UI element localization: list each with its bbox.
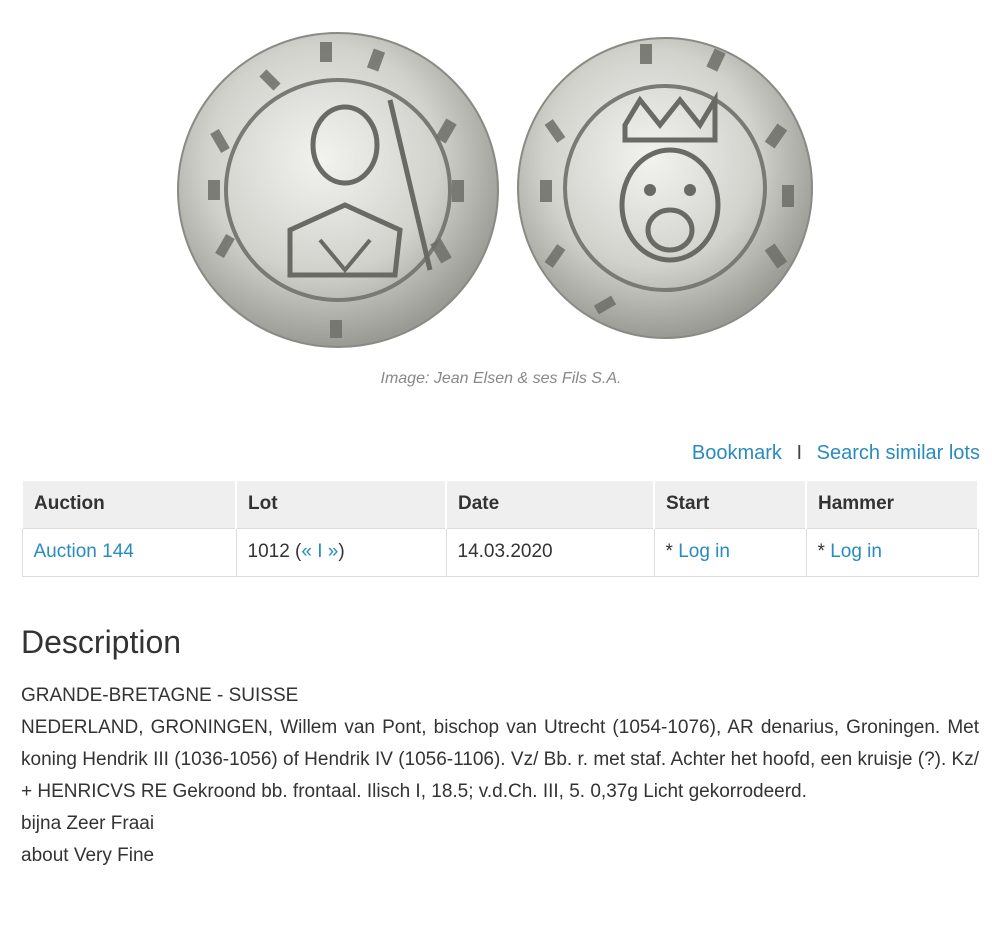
description-body: GRANDE-BRETAGNE - SUISSE NEDERLAND, GRON… [21,680,979,872]
lot-actions: Bookmark I Search similar lots [692,442,980,465]
description-text: NEDERLAND, GRONINGEN, Willem van Pont, b… [21,717,979,802]
coin-image[interactable] [170,30,830,360]
header-date: Date [445,479,655,528]
header-auction: Auction [21,479,237,528]
cell-hammer: * Log in [805,527,979,577]
lot-nav-divider: I [311,541,328,562]
hammer-prefix: * [817,541,831,562]
lot-number: 1012 ( [247,541,302,562]
actions-separator: I [796,442,803,464]
grade-english: about Very Fine [21,845,155,866]
table-header-row: Auction Lot Date Start Hammer [21,479,979,528]
image-caption: Image: Jean Elsen & ses Fils S.A. [380,370,622,387]
lot-close-paren: ) [338,541,345,562]
coin-reverse [517,37,813,339]
lot-table: Auction Lot Date Start Hammer Auction 14… [21,479,979,577]
start-prefix: * [665,541,679,562]
hammer-login-link[interactable]: Log in [830,541,882,562]
start-login-link[interactable]: Log in [678,541,730,562]
table-row: Auction 144 1012 (« I ») 14.03.2020 * Lo… [21,527,979,577]
header-lot: Lot [235,479,447,528]
coin-image-area: Image: Jean Elsen & ses Fils S.A. [0,0,992,400]
description-title: Description [21,624,182,660]
search-similar-lots-link[interactable]: Search similar lots [817,442,980,464]
cell-start: * Log in [653,527,807,577]
cell-auction: Auction 144 [21,527,237,577]
cell-lot: 1012 (« I ») [235,527,447,577]
next-lot-link[interactable]: » [328,541,339,562]
bookmark-link[interactable]: Bookmark [692,442,782,464]
auction-link[interactable]: Auction 144 [34,541,134,562]
header-start: Start [653,479,807,528]
header-hammer: Hammer [805,479,979,528]
coin-obverse [177,32,499,348]
grade-dutch: bijna Zeer Fraai [21,813,155,834]
description-category: GRANDE-BRETAGNE - SUISSE [21,685,299,706]
previous-lot-link[interactable]: « [301,541,312,562]
cell-date: 14.03.2020 [445,527,655,577]
